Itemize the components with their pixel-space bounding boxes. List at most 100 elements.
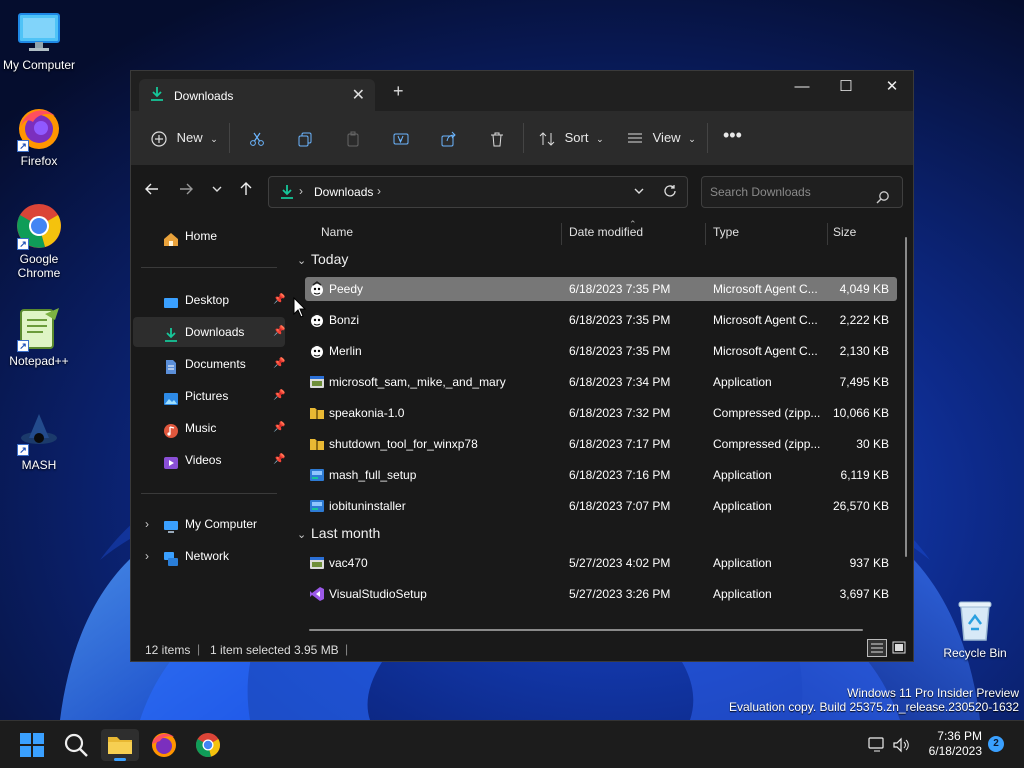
- sidebar-item-documents[interactable]: Documents 📌: [133, 349, 285, 379]
- details-view-button[interactable]: [867, 639, 887, 657]
- sidebar-item-desktop[interactable]: Desktop 📌: [133, 285, 285, 315]
- desktop-icon-recycle-bin[interactable]: Recycle Bin: [936, 596, 1014, 660]
- breadcrumb-separator-icon[interactable]: ›: [377, 184, 381, 198]
- minimize-button[interactable]: —: [787, 79, 817, 97]
- vertical-scrollbar[interactable]: [905, 237, 907, 557]
- file-row[interactable]: iobituninstaller 6/18/2023 7:07 PM Applica…: [305, 494, 897, 518]
- column-divider[interactable]: [827, 223, 828, 245]
- share-icon: [441, 130, 457, 147]
- forward-button[interactable]: [179, 182, 193, 199]
- file-row[interactable]: mash_full_setup 6/18/2023 7:16 PM Applicat…: [305, 463, 897, 487]
- rename-button[interactable]: [393, 125, 409, 151]
- sidebar-item-pictures[interactable]: Pictures 📌: [133, 381, 285, 411]
- document-icon: [163, 356, 179, 374]
- shortcut-arrow-icon: ↗: [17, 340, 29, 352]
- group-header[interactable]: ⌄ Last month: [297, 525, 380, 541]
- sidebar-item-videos[interactable]: Videos 📌: [133, 445, 285, 475]
- network-status-icon[interactable]: [868, 736, 886, 757]
- volume-icon[interactable]: [892, 736, 910, 757]
- file-row[interactable]: vac470 5/27/2023 4:02 PM Application 937 KB: [305, 551, 897, 575]
- sidebar-item-home[interactable]: Home: [133, 221, 285, 251]
- maximize-button[interactable]: ☐: [831, 79, 861, 97]
- group-label: Today: [311, 251, 349, 267]
- pin-icon: 📌: [273, 326, 286, 337]
- back-button[interactable]: [145, 182, 159, 199]
- notification-badge[interactable]: 2: [988, 736, 1004, 752]
- large-icons-view-button[interactable]: [891, 640, 907, 656]
- file-row[interactable]: VisualStudioSetup 5/27/2023 3:26 PM Applic…: [305, 582, 897, 606]
- column-divider[interactable]: [705, 223, 706, 245]
- view-button[interactable]: View ⌄: [627, 125, 696, 151]
- file-row[interactable]: speakonia-1.0 6/18/2023 7:32 PM Compressed…: [305, 401, 897, 425]
- notepad-plus-plus-icon: ↗: [15, 304, 63, 352]
- column-divider[interactable]: [561, 223, 562, 245]
- new-tab-button[interactable]: +: [393, 82, 404, 100]
- status-separator: |: [197, 642, 201, 656]
- desktop-icon-notepadpp[interactable]: ↗ Notepad++: [0, 304, 78, 368]
- application-icon: [309, 374, 325, 390]
- plus-circle-icon: [151, 130, 171, 147]
- title-bar[interactable]: Downloads ✕ + — ☐ ✕: [131, 71, 913, 111]
- sidebar-item-my-computer[interactable]: › My Computer: [133, 509, 285, 539]
- sidebar-label: Downloads: [185, 325, 245, 339]
- taskbar-file-explorer[interactable]: [101, 729, 139, 761]
- chevron-right-icon[interactable]: ›: [145, 509, 149, 539]
- desktop-icon-firefox[interactable]: ↗ Firefox: [0, 104, 78, 168]
- horizontal-scrollbar[interactable]: [309, 629, 863, 631]
- file-size: 3,697 KB: [839, 587, 889, 601]
- up-button[interactable]: [239, 182, 253, 199]
- picture-icon: [163, 388, 179, 405]
- address-bar[interactable]: › Downloads ›: [268, 176, 688, 208]
- taskbar-firefox[interactable]: [148, 729, 180, 761]
- tab-downloads[interactable]: Downloads ✕: [139, 79, 375, 111]
- close-window-button[interactable]: ✕: [877, 79, 907, 97]
- sidebar-label: Network: [185, 549, 230, 563]
- cut-button[interactable]: [249, 125, 265, 151]
- paste-button[interactable]: [345, 125, 361, 151]
- file-name: Bonzi: [329, 313, 360, 327]
- search-button[interactable]: [60, 729, 92, 761]
- sidebar-item-network[interactable]: › Network: [133, 541, 285, 571]
- column-header-type[interactable]: Type: [713, 225, 739, 239]
- file-row[interactable]: Bonzi 6/18/2023 7:35 PM Microsoft Agent C.…: [305, 308, 897, 332]
- clock[interactable]: 7:36 PM 6/18/2023: [918, 729, 982, 759]
- refresh-icon[interactable]: [663, 184, 677, 201]
- chevron-down-icon[interactable]: ⌄: [297, 254, 311, 267]
- file-row[interactable]: shutdown_tool_for_winxp78 6/18/2023 7:17 …: [305, 432, 897, 456]
- shortcut-arrow-icon: ↗: [17, 140, 29, 152]
- file-row[interactable]: Merlin 6/18/2023 7:35 PM Microsoft Agent C…: [305, 339, 897, 363]
- sidebar-item-downloads[interactable]: Downloads 📌: [133, 317, 285, 347]
- file-type: Application: [713, 468, 772, 482]
- breadcrumb-location[interactable]: Downloads: [314, 185, 373, 199]
- new-button[interactable]: New ⌄: [151, 125, 218, 151]
- chevron-down-icon[interactable]: ⌄: [297, 528, 311, 541]
- start-button[interactable]: [16, 729, 48, 761]
- desktop-icon-chrome[interactable]: ↗ Google Chrome: [0, 202, 78, 280]
- more-options-button[interactable]: •••: [723, 125, 742, 151]
- group-header[interactable]: ⌄ Today: [297, 251, 348, 267]
- scissors-icon: [249, 130, 265, 146]
- desktop-icon-my-computer[interactable]: My Computer: [0, 8, 78, 72]
- copy-button[interactable]: [297, 125, 313, 151]
- taskbar: 7:36 PM 6/18/2023 2: [0, 720, 1024, 768]
- chevron-right-icon[interactable]: ›: [145, 541, 149, 571]
- column-header-name[interactable]: Name: [321, 225, 353, 239]
- zip-folder-icon: [309, 436, 325, 452]
- recent-locations-button[interactable]: [211, 182, 223, 199]
- shortcut-arrow-icon: ↗: [17, 238, 29, 250]
- search-input[interactable]: Search Downloads: [701, 176, 903, 208]
- close-tab-icon[interactable]: ✕: [352, 85, 365, 105]
- rename-icon: [393, 130, 409, 145]
- share-button[interactable]: [441, 125, 457, 151]
- taskbar-chrome[interactable]: [192, 729, 224, 761]
- sidebar-item-music[interactable]: Music 📌: [133, 413, 285, 443]
- address-history-dropdown-icon[interactable]: [633, 184, 645, 201]
- file-date: 6/18/2023 7:07 PM: [569, 499, 671, 513]
- file-row[interactable]: Peedy 6/18/2023 7:35 PM Microsoft Agent C.…: [305, 277, 897, 301]
- sort-button[interactable]: Sort ⌄: [539, 125, 604, 151]
- delete-button[interactable]: [489, 125, 505, 151]
- agent-character-icon: [309, 312, 325, 328]
- column-header-size[interactable]: Size: [833, 225, 856, 239]
- desktop-icon-mash[interactable]: ↗ MASH: [0, 408, 78, 472]
- file-row[interactable]: microsoft_sam,_mike,_and_mary 6/18/2023 7…: [305, 370, 897, 394]
